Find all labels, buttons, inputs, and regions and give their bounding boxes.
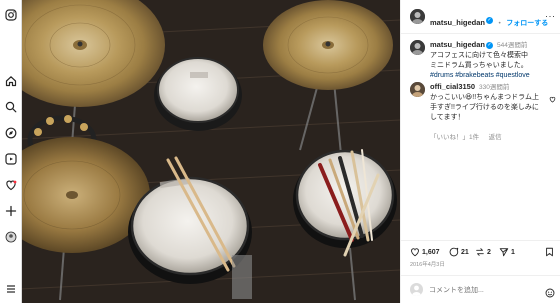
more-icon[interactable]	[4, 282, 18, 296]
reels-icon[interactable]	[4, 152, 18, 166]
caption-block: matsu_higedan ✓ 544週間前 アコフェスに向けて色々模索中 ミニド…	[430, 40, 558, 81]
caption-time: 544週間前	[496, 42, 528, 49]
home-icon[interactable]	[4, 74, 18, 88]
comment-like-icon[interactable]	[549, 90, 556, 108]
caption-hashtags[interactable]: #drums #brakebeats #questlove	[430, 71, 558, 81]
explore-icon[interactable]	[4, 126, 18, 140]
save-button[interactable]	[545, 247, 554, 257]
caption-username[interactable]: matsu_higedan	[430, 40, 485, 49]
reply-button[interactable]: 返信	[489, 134, 502, 141]
profile-icon[interactable]	[4, 230, 18, 244]
avatar[interactable]	[410, 9, 425, 24]
comment-username[interactable]: offi_cial3150	[430, 82, 475, 91]
post-username[interactable]: matsu_higedan	[430, 18, 485, 27]
comment-line-2: 手すぎ!!ライブ行けるのを楽しみに	[430, 104, 539, 111]
comment-input-bar	[401, 275, 560, 303]
user-avatar	[410, 283, 423, 296]
post-date: 2016年4月3日	[410, 262, 445, 268]
verified-icon: ✓	[486, 41, 494, 49]
post-details-panel: matsu_higedan ✓ • フォローする ··· matsu_higeda…	[400, 0, 560, 303]
post-header: matsu_higedan ✓ • フォローする ···	[401, 0, 560, 34]
like-button[interactable]: 1,607	[410, 247, 440, 257]
comment-likes[interactable]: 「いいね！」1件	[430, 134, 479, 141]
post-options-icon[interactable]: ···	[545, 11, 556, 21]
share-button[interactable]: 2	[475, 247, 491, 257]
action-bar: 1,607 21 2 1	[401, 240, 560, 260]
comment-time: 330週間前	[478, 84, 510, 91]
comment-line-3: してます！	[430, 114, 465, 121]
comment-line-1: かっこいい😆!!ちゃんまつドラム上	[430, 94, 539, 101]
instagram-icon[interactable]	[4, 8, 18, 22]
bookmark-icon	[546, 247, 553, 257]
comment-count: 21	[461, 248, 469, 256]
messages-icon	[499, 248, 509, 257]
send-count: 1	[511, 248, 515, 256]
share-count: 2	[487, 248, 491, 256]
nav-rail	[0, 0, 22, 303]
post-photo[interactable]	[0, 0, 400, 303]
create-icon[interactable]	[4, 204, 18, 218]
verified-icon: ✓	[486, 17, 494, 25]
notifications-icon[interactable]	[4, 178, 18, 192]
header-username-row: matsu_higedan ✓ • フォローする	[430, 12, 548, 30]
heart-icon	[411, 248, 419, 257]
search-icon[interactable]	[4, 100, 18, 114]
emoji-icon[interactable]	[545, 285, 555, 303]
comment-button[interactable]: 21	[449, 247, 469, 257]
caption-line-2: ミニドラム買っちゃいました。	[430, 62, 528, 69]
follow-button[interactable]: フォローする	[506, 20, 548, 27]
comment-input[interactable]	[429, 284, 539, 296]
drum-kit-image	[0, 0, 400, 303]
comment-icon	[449, 247, 459, 257]
like-count: 1,607	[422, 248, 440, 256]
caption-line-1: アコフェスに向けて色々模索中	[430, 52, 528, 59]
share-icon	[476, 248, 484, 256]
separator-dot: •	[498, 20, 501, 27]
send-button[interactable]: 1	[499, 247, 515, 257]
comment-block: offi_cial3150 330週間前 かっこいい😆!!ちゃんまつドラム上 手…	[430, 82, 558, 144]
caption-avatar[interactable]	[410, 40, 425, 55]
comment-avatar[interactable]	[410, 82, 425, 97]
